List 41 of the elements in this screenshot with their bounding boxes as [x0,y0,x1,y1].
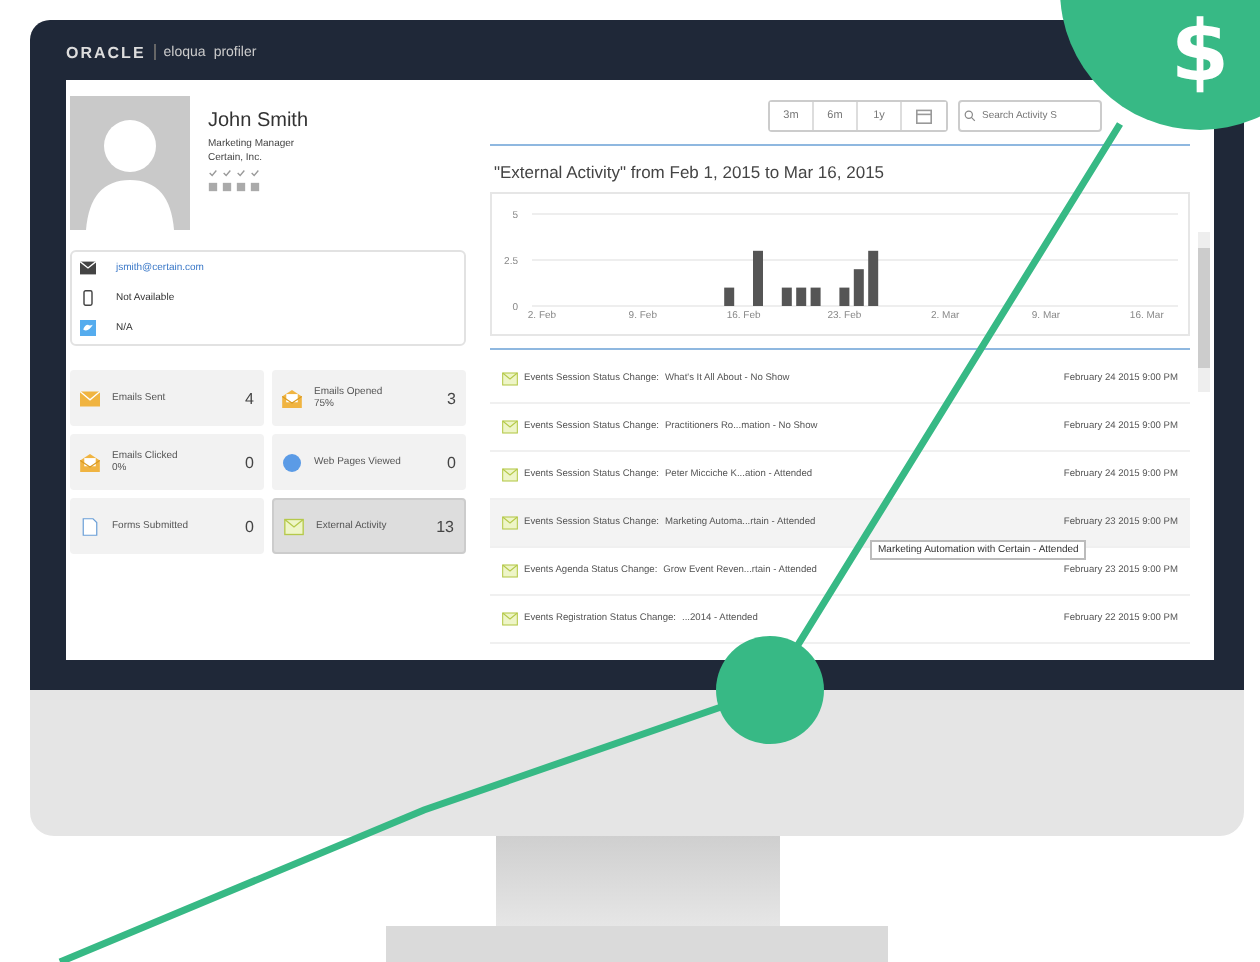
marker-dot [716,636,824,744]
envelope-icon [502,372,518,386]
scrollbar[interactable] [1198,232,1210,392]
stat-count: 3 [447,389,456,407]
envelope-icon [502,468,518,482]
square-icon [222,182,232,192]
square-icon [208,182,218,192]
bar [753,250,763,306]
square-icon [236,182,246,192]
envelope-icon [284,517,304,535]
phone-icon [80,290,96,306]
dollar-sign: $ [1170,2,1230,100]
bar [853,269,864,306]
envelope-icon [502,564,518,578]
bar [839,287,850,306]
envelope-icon [80,389,100,407]
stat-count: 0 [245,453,254,471]
square-icon [250,182,260,192]
envelope-icon [80,260,96,276]
globe-icon [282,453,302,471]
search-icon [964,110,976,122]
stat-count: 0 [245,517,254,535]
stat-count: 0 [447,453,456,471]
open-envelope-icon [80,453,100,471]
brand-logo: ORACLE [66,43,146,61]
envelope-icon [502,612,518,626]
envelope-icon [502,516,518,530]
bird-icon [80,320,96,336]
calendar-icon [916,108,932,124]
bar [796,287,807,306]
bar [810,287,821,306]
bar [868,250,879,306]
bar [781,287,792,306]
envelope-icon [502,420,518,434]
stat-count: 4 [245,389,254,407]
document-icon [80,517,100,535]
open-envelope-icon [282,389,302,407]
bar [724,287,735,306]
stat-count: 13 [436,517,454,535]
contact-name: John Smith [208,110,309,132]
chart-title: "External Activity" from Feb 1, 2015 to Mar 16, 2015 [494,162,887,182]
